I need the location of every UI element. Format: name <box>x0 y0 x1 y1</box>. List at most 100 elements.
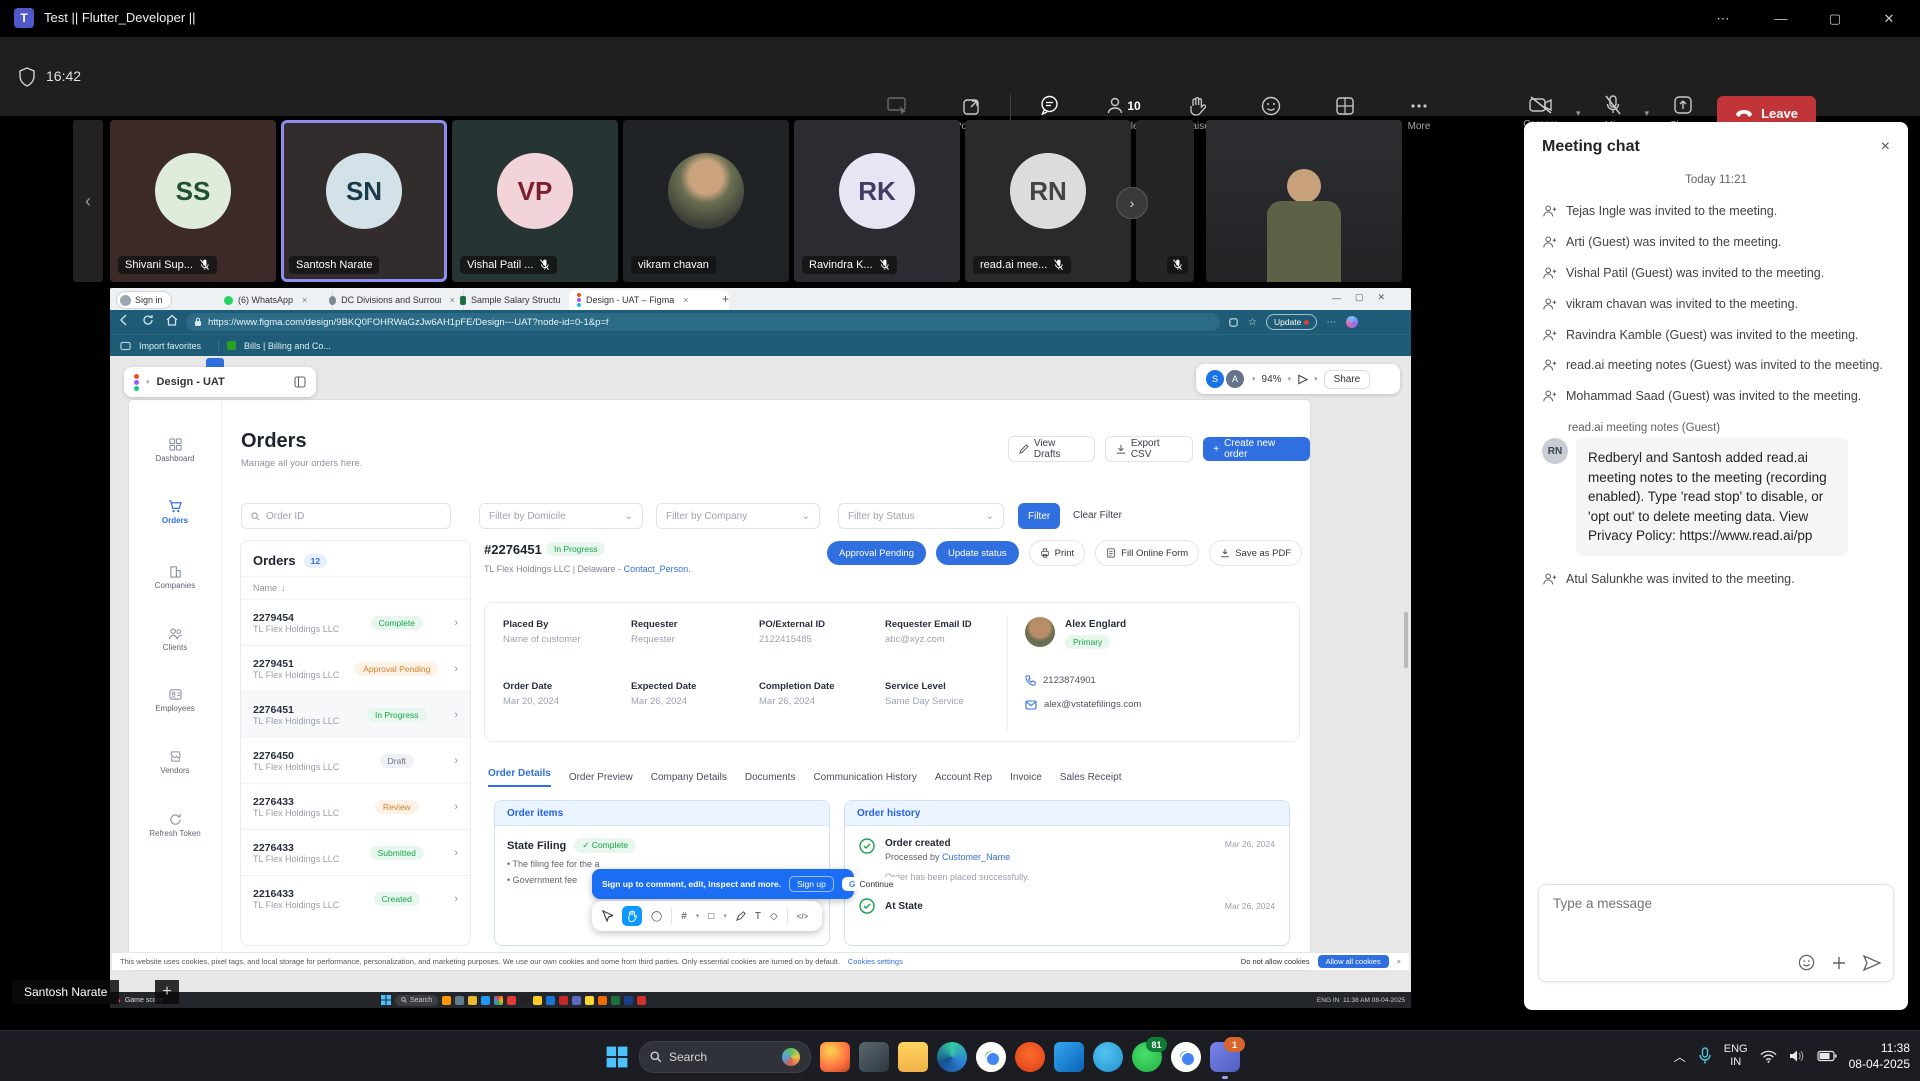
tray-clock[interactable]: 11:3808-04-2025 <box>1849 1040 1910 1072</box>
browser-tab[interactable]: DC Divisions and Surroundings× <box>321 290 464 310</box>
video-tile[interactable]: SS Shivani Sup... <box>110 120 276 282</box>
contact-email[interactable]: alex@vstatefilings.com <box>1044 699 1141 710</box>
import-favorites-link[interactable]: Import favorites <box>139 341 201 351</box>
inner-app-icon[interactable] <box>455 996 464 1005</box>
fill-online-form-button[interactable]: Fill Online Form <box>1095 540 1199 566</box>
browser-maximize-icon[interactable]: ▢ <box>1355 292 1364 303</box>
tray-language[interactable]: ENGIN <box>1724 1043 1748 1069</box>
contact-person-link[interactable]: Contact_Person. <box>624 564 691 574</box>
chat-close-icon[interactable]: × <box>1881 138 1890 156</box>
export-csv-button[interactable]: Export CSV <box>1105 436 1193 462</box>
chrome-icon[interactable] <box>976 1042 1006 1072</box>
filter-status-select[interactable]: Filter by Status⌄ <box>838 503 1004 529</box>
system-app-icon[interactable] <box>859 1042 889 1072</box>
inner-app-icon[interactable] <box>611 996 620 1005</box>
order-row-selected[interactable]: 2276451TL Flex Holdings LLC In Progress› <box>241 691 470 737</box>
browser-tab[interactable]: (6) WhatsApp× <box>216 290 333 310</box>
browser-profile-button[interactable]: Sign in <box>116 291 172 309</box>
video-tile[interactable] <box>1206 120 1402 282</box>
filter-domicile-select[interactable]: Filter by Domicile⌄ <box>479 503 643 529</box>
strip-scroll-right-button[interactable]: › <box>1116 187 1148 219</box>
chrome-profile-icon[interactable] <box>1171 1042 1201 1072</box>
order-row[interactable]: 2276433TL Flex Holdings LLC Submitted› <box>241 829 470 875</box>
sidebar-item-refresh-token[interactable]: Refresh Token <box>129 813 221 838</box>
vscode-icon[interactable] <box>1054 1042 1084 1072</box>
browser-tab[interactable]: Sample Salary Structure with calc× <box>452 290 583 310</box>
cookie-settings-link[interactable]: Cookies settings <box>848 957 903 966</box>
figma-doc-pill[interactable]: ▾ Design - UAT <box>124 367 316 397</box>
filter-button[interactable]: Filter <box>1018 503 1060 529</box>
start-icon[interactable] <box>381 995 391 1005</box>
inner-search[interactable]: Search <box>395 995 438 1006</box>
cookie-close-icon[interactable]: × <box>1397 957 1401 966</box>
video-tile[interactable]: RK Ravindra K... <box>794 120 960 282</box>
inner-app-icon[interactable] <box>442 996 451 1005</box>
browser-tab-active[interactable]: Design - UAT – Figma× <box>569 290 729 310</box>
code-tool-icon[interactable]: </> <box>797 912 809 921</box>
tab-invoice[interactable]: Invoice <box>1010 772 1042 783</box>
allow-cookies-button[interactable]: Allow all cookies <box>1318 955 1389 968</box>
teams-icon[interactable]: 1 <box>1210 1042 1240 1072</box>
sidebar-item-clients[interactable]: Clients <box>129 627 221 652</box>
pen-tool-icon[interactable] <box>736 911 746 921</box>
refresh-icon[interactable] <box>142 314 154 326</box>
order-row[interactable]: 2279451TL Flex Holdings LLC Approval Pen… <box>241 645 470 691</box>
clear-filter-button[interactable]: Clear Filter <box>1073 510 1122 521</box>
filter-company-select[interactable]: Filter by Company⌄ <box>656 503 820 529</box>
tab-company-details[interactable]: Company Details <box>651 772 727 783</box>
inner-app-icon[interactable] <box>572 996 581 1005</box>
sidebar-item-companies[interactable]: Companies <box>129 565 221 590</box>
inner-app-icon[interactable] <box>559 996 568 1005</box>
figma-signup-button[interactable]: Sign up <box>789 876 834 892</box>
play-icon[interactable] <box>1297 374 1308 385</box>
inner-app-icon[interactable] <box>468 996 477 1005</box>
window-more-icon[interactable]: ⋯ <box>1700 0 1746 37</box>
shape-tool-icon[interactable]: □ <box>708 911 714 922</box>
strip-scroll-left-button[interactable]: ‹ <box>73 120 103 282</box>
zoom-level[interactable]: 94% <box>1262 374 1282 385</box>
update-button[interactable]: Update <box>1266 314 1317 330</box>
tab-order-details[interactable]: Order Details <box>488 768 551 787</box>
tray-chevron-icon[interactable]: ︿ <box>1674 1048 1686 1065</box>
brave-icon[interactable] <box>1015 1042 1045 1072</box>
window-close-button[interactable]: ✕ <box>1866 0 1912 37</box>
sidebar-item-dashboard[interactable]: Dashboard <box>129 438 221 463</box>
video-tile[interactable]: RN read.ai mee... <box>965 120 1131 282</box>
inner-app-icon[interactable] <box>533 996 542 1005</box>
taskbar-search[interactable]: Search <box>639 1041 811 1073</box>
browser-menu-icon[interactable]: ⋯ <box>1326 317 1337 328</box>
file-explorer-icon[interactable] <box>898 1042 928 1072</box>
volume-icon[interactable] <box>1789 1049 1805 1063</box>
video-tile[interactable]: SN Santosh Narate <box>281 120 447 282</box>
chevron-down-icon[interactable]: ▾ <box>1314 375 1318 383</box>
camera-options-chevron-icon[interactable]: ▾ <box>1576 108 1581 119</box>
tab-sales-receipt[interactable]: Sales Receipt <box>1060 772 1122 783</box>
order-row[interactable]: 2276450TL Flex Holdings LLC Draft› <box>241 737 470 783</box>
layout-icon[interactable] <box>294 376 306 388</box>
move-tool-icon[interactable] <box>602 910 613 922</box>
inner-app-icon[interactable] <box>637 996 646 1005</box>
contact-phone[interactable]: 2123874901 <box>1043 675 1096 686</box>
bills-bookmark-link[interactable]: Bills | Billing and Co... <box>244 341 331 351</box>
tab-documents[interactable]: Documents <box>745 772 796 783</box>
chat-input-box[interactable] <box>1538 884 1894 982</box>
back-icon[interactable] <box>118 314 130 326</box>
column-header-name[interactable]: Name <box>253 583 277 593</box>
inner-app-icon[interactable] <box>481 996 490 1005</box>
inner-app-icon[interactable] <box>507 996 516 1005</box>
tab-close-icon[interactable]: × <box>683 295 688 305</box>
tab-communication-history[interactable]: Communication History <box>813 772 916 783</box>
inner-app-icon[interactable] <box>585 996 594 1005</box>
extensions-icon[interactable] <box>1228 317 1239 328</box>
favorites-star-icon[interactable]: ☆ <box>1248 317 1257 328</box>
home-icon[interactable] <box>166 314 178 326</box>
send-icon[interactable] <box>1863 955 1881 971</box>
frame-tool-icon[interactable]: # <box>681 911 687 922</box>
save-as-pdf-button[interactable]: Save as PDF <box>1209 540 1302 566</box>
telegram-icon[interactable] <box>1093 1042 1123 1072</box>
inner-app-icon[interactable] <box>624 996 633 1005</box>
edge-icon[interactable] <box>937 1042 967 1072</box>
tab-account-rep[interactable]: Account Rep <box>935 772 992 783</box>
chevron-down-icon[interactable]: ▾ <box>1288 375 1292 383</box>
order-row[interactable]: 2279454TL Flex Holdings LLC Complete› <box>241 599 470 645</box>
